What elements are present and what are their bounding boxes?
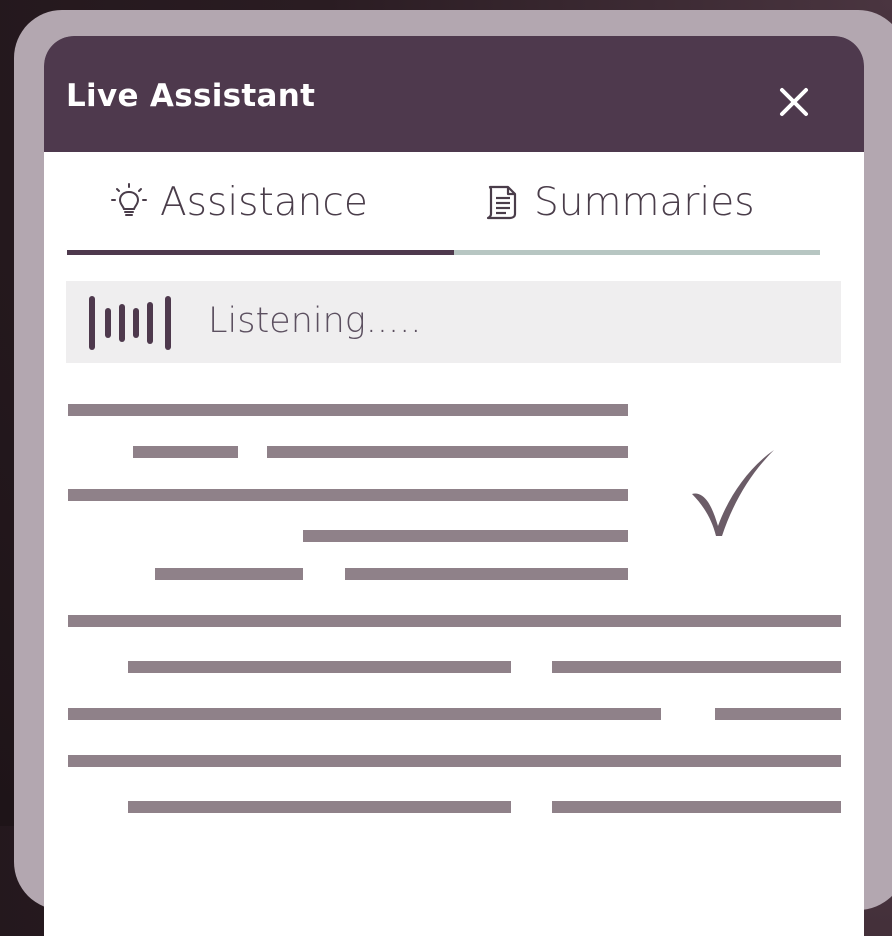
placeholder-line	[133, 446, 238, 458]
lightbulb-icon	[111, 183, 147, 216]
placeholder-line	[155, 568, 303, 580]
placeholder-line	[552, 801, 841, 813]
active-tab-indicator	[67, 250, 454, 255]
placeholder-line	[345, 568, 628, 580]
tab-assistance[interactable]: Assistance	[108, 178, 368, 226]
header: Live Assistant	[44, 36, 864, 152]
listening-status-bar: Listening.....	[66, 281, 841, 363]
placeholder-line	[128, 801, 511, 813]
status-text: Listening.....	[208, 301, 422, 341]
tab-assistance-label: Assistance	[160, 179, 368, 225]
checkmark-icon	[692, 450, 774, 536]
placeholder-line	[552, 661, 841, 673]
placeholder-line	[68, 404, 628, 416]
placeholder-line	[68, 615, 841, 627]
inactive-tab-indicator	[454, 250, 820, 255]
placeholder-line	[128, 661, 511, 673]
header-title: Live Assistant	[66, 78, 316, 114]
tab-summaries-label: Summaries	[534, 179, 755, 225]
close-icon	[780, 88, 808, 116]
placeholder-line	[267, 446, 628, 458]
placeholder-line	[68, 755, 841, 767]
placeholder-line	[715, 708, 841, 720]
tab-summaries[interactable]: Summaries	[482, 178, 755, 226]
placeholder-line	[303, 530, 628, 542]
waveform-icon	[89, 296, 171, 350]
placeholder-line	[68, 489, 628, 501]
placeholder-line	[68, 708, 661, 720]
close-button[interactable]	[774, 82, 814, 122]
document-icon	[486, 185, 517, 220]
